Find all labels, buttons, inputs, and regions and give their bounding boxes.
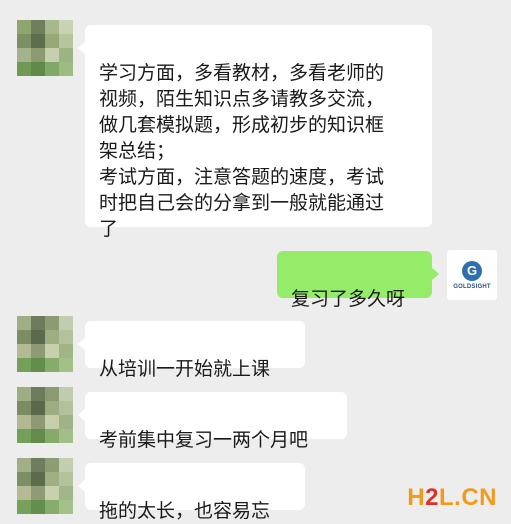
message-text: 从培训一开始就上课	[99, 358, 271, 380]
message-text: 考前集中复习一两个月吧	[99, 429, 309, 451]
avatar[interactable]	[17, 458, 73, 514]
watermark-rest: L.CN	[439, 484, 497, 511]
message-text: 复习了多久呀	[291, 288, 406, 310]
watermark-two: 2	[425, 484, 439, 511]
watermark-h: H	[407, 484, 426, 511]
message-text: 拖的太长，也容易忘	[99, 500, 271, 522]
avatar[interactable]	[17, 387, 73, 443]
avatar[interactable]	[17, 316, 73, 372]
message-bubble: 学习方面，多看教材，多看老师的 视频，陌生知识点多请教多交流， 做几套模拟题，形…	[78, 25, 432, 240]
avatar-self[interactable]: G GOLDSIGHT	[447, 250, 497, 300]
watermark-logo: H2L.CN	[407, 484, 497, 512]
avatar[interactable]	[17, 20, 73, 76]
goldsight-logo-icon: G	[462, 260, 482, 281]
message-bubble-self: 复习了多久呀	[277, 251, 439, 310]
logo-text: GOLDSIGHT	[453, 283, 491, 290]
message-bubble: 从培训一开始就上课	[78, 321, 305, 380]
message-text: 学习方面，多看教材，多看老师的 视频，陌生知识点多请教多交流， 做几套模拟题，形…	[99, 62, 385, 240]
message-bubble: 拖的太长，也容易忘	[78, 463, 305, 522]
message-bubble: 考前集中复习一两个月吧	[78, 392, 347, 451]
